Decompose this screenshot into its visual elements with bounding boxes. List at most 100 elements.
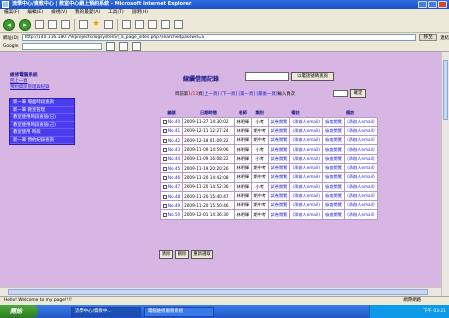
horizontal-scroll-thumb[interactable] (8, 289, 428, 295)
record-email-2[interactable]: (承辦人email) (343, 209, 379, 220)
pager-go-button[interactable]: 確定 (350, 89, 366, 98)
record-email-1[interactable]: (承辦人email) (289, 144, 324, 155)
record-email-2[interactable]: (承辦人email) (343, 153, 379, 165)
messenger-icon[interactable] (174, 20, 184, 29)
record-note-2[interactable]: 檢查閱覽 (322, 144, 345, 155)
google-search-icon[interactable] (106, 42, 116, 51)
record-id-link[interactable]: No.49 (168, 203, 180, 208)
menu-edit[interactable]: 編輯(E) (27, 9, 43, 17)
record-note-1[interactable]: 試卷閱覽 (267, 144, 291, 155)
row-checkbox[interactable] (162, 203, 167, 208)
horizontal-scrollbar[interactable] (0, 287, 441, 296)
menu-tools[interactable]: 工具(T) (108, 9, 124, 17)
record-id-link[interactable]: No.43 (168, 147, 180, 152)
record-note-2[interactable]: 檢查閱覽 (322, 209, 345, 220)
record-note-1[interactable]: 試卷閱覽 (267, 135, 291, 146)
page-number-input[interactable] (333, 90, 348, 97)
row-checkbox[interactable] (162, 148, 167, 153)
row-checkbox[interactable] (162, 213, 167, 218)
reselect-button[interactable]: 重新選取 (191, 250, 213, 259)
phone-search-input[interactable] (245, 72, 289, 81)
record-email-1[interactable]: (承辦人email) (289, 200, 324, 211)
record-email-1[interactable]: (承辦人email) (289, 190, 324, 202)
google-search-input[interactable] (22, 43, 103, 50)
start-button[interactable]: 開始 (0, 305, 38, 318)
sidebar-item-1[interactable]: 新一筆 場面時段查詢 (10, 99, 74, 107)
record-note-2[interactable]: 檢查閱覽 (322, 190, 345, 202)
record-id-link[interactable]: No.44 (168, 156, 180, 161)
mail-icon[interactable] (122, 20, 132, 29)
record-email-2[interactable]: (承辦人email) (343, 190, 379, 202)
go-button[interactable]: 移至 (419, 34, 438, 41)
back-icon[interactable]: ◂ (3, 18, 15, 31)
sidebar-item-2[interactable]: 新一筆 教室管理 (10, 107, 74, 114)
record-note-2[interactable]: 檢查閱覽 (322, 153, 345, 165)
clear-button[interactable]: 清除 (159, 250, 173, 259)
record-email-1[interactable]: (承辦人email) (289, 209, 324, 220)
row-checkbox[interactable] (162, 129, 167, 134)
refresh-icon[interactable] (48, 20, 57, 29)
row-checkbox[interactable] (162, 138, 167, 143)
record-email-1[interactable]: (承辦人email) (289, 172, 324, 183)
favorites-icon[interactable]: ★ (92, 20, 100, 29)
record-note-1[interactable]: 試卷閱覽 (267, 209, 291, 220)
home-icon[interactable] (61, 20, 70, 29)
task-item-2[interactable]: 電腦維修服務系統 (144, 306, 214, 317)
stop-icon[interactable] (35, 20, 44, 29)
record-email-1[interactable]: (承辦人email) (289, 116, 324, 127)
record-email-1[interactable]: (承辦人email) (289, 153, 324, 165)
record-note-1[interactable]: 試卷閱覽 (267, 181, 291, 192)
row-checkbox[interactable] (162, 166, 167, 171)
record-email-1[interactable]: (承辦人email) (289, 125, 324, 137)
menu-favorites[interactable]: 我的最愛(A) (75, 9, 100, 17)
record-id-link[interactable]: No.45 (168, 166, 180, 171)
task-item-1[interactable]: 流學中心/資教中... (71, 306, 141, 317)
history-icon[interactable] (104, 20, 114, 29)
record-email-2[interactable]: (承辦人email) (343, 162, 379, 174)
vertical-scrollbar[interactable] (441, 52, 449, 296)
row-checkbox[interactable] (162, 185, 167, 190)
maximize-button[interactable] (428, 1, 437, 8)
record-id-link[interactable]: No.50 (168, 212, 180, 217)
record-id-link[interactable]: No.48 (168, 194, 180, 199)
record-note-2[interactable]: 檢查閱覽 (322, 162, 345, 174)
search-icon[interactable] (79, 20, 88, 29)
record-note-1[interactable]: 試卷閱覽 (267, 190, 291, 202)
links-label[interactable]: 連結 (440, 35, 449, 41)
record-note-1[interactable]: 試卷閱覽 (267, 200, 291, 211)
address-input[interactable]: http://140.116.180.79/projects/logsystem… (21, 34, 417, 41)
record-email-1[interactable]: (承辦人email) (289, 181, 324, 192)
record-id-link[interactable]: No.46 (168, 175, 180, 180)
record-id-link[interactable]: No.47 (168, 184, 180, 189)
sidebar-link-records[interactable]: 預約資訊管理與紀錄 (10, 84, 50, 90)
close-button[interactable] (438, 1, 447, 8)
record-email-2[interactable]: (承辦人email) (343, 116, 379, 127)
row-checkbox[interactable] (162, 120, 167, 125)
record-note-2[interactable]: 檢查閱覽 (322, 135, 345, 146)
sidebar-item-6[interactable]: 新一筆 預約紀錄查詢 (10, 137, 74, 144)
record-note-1[interactable]: 試卷閱覽 (267, 172, 291, 183)
sidebar-item-3[interactable]: 教室使用時段查詢(已) (10, 114, 74, 122)
row-checkbox[interactable] (162, 157, 167, 162)
record-note-2[interactable]: 檢查閱覽 (322, 200, 345, 211)
record-note-1[interactable]: 試卷閱覽 (267, 153, 291, 165)
record-email-2[interactable]: (承辦人email) (343, 144, 379, 155)
record-email-2[interactable]: (承辦人email) (343, 125, 379, 137)
discuss-icon[interactable] (161, 20, 171, 29)
record-note-1[interactable]: 試卷閱覽 (267, 116, 291, 127)
record-email-2[interactable]: (承辦人email) (343, 135, 379, 146)
minimize-button[interactable] (418, 1, 427, 8)
record-id-link[interactable]: No.40 (168, 119, 180, 124)
sidebar-item-5[interactable]: 教室使用 時段 (10, 129, 74, 137)
record-note-2[interactable]: 檢查閱覽 (322, 172, 345, 183)
vertical-scroll-thumb[interactable] (443, 60, 448, 120)
forward-icon[interactable]: ▸ (19, 18, 31, 31)
record-id-link[interactable]: No.42 (168, 138, 180, 143)
popup-blocker-icon[interactable] (132, 42, 142, 51)
record-email-1[interactable]: (承辦人email) (289, 135, 324, 146)
menu-help[interactable]: 說明(H) (132, 9, 148, 17)
row-checkbox[interactable] (162, 194, 167, 199)
edit-icon[interactable] (148, 20, 158, 29)
row-checkbox[interactable] (162, 175, 167, 180)
record-note-1[interactable]: 試卷閱覽 (267, 162, 291, 174)
